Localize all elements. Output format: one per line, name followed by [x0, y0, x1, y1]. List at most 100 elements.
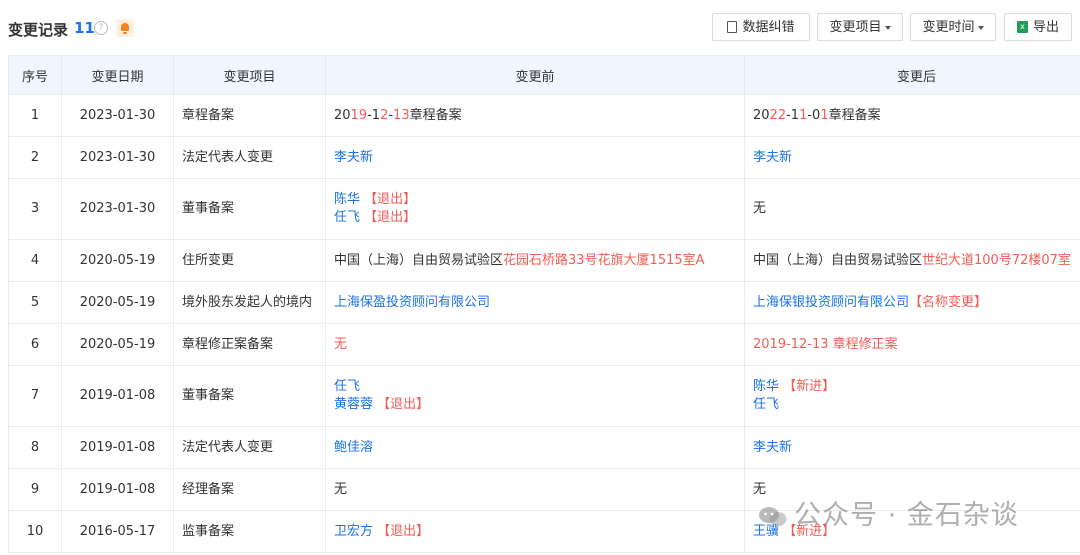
change-before-line: 任飞: [334, 378, 736, 396]
column-header-no: 序号: [8, 55, 62, 95]
table-row: 4 2020-05-19 住所变更 中国（上海）自由贸易试验区花园石桥路33号花旗大厦…: [8, 239, 1080, 282]
table-row: 8 2019-01-08 法定代表人变更 鲍佳溶 李夫新: [8, 426, 1080, 469]
change-after-cell: 中国（上海）自由贸易试验区世纪大道100号72楼07室: [744, 239, 1080, 282]
change-date: 2023-01-30: [61, 136, 174, 179]
data-correction-button[interactable]: 数据纠错: [712, 13, 810, 41]
change-item: 章程修正案备案: [173, 323, 326, 366]
entity-link[interactable]: 任飞: [753, 397, 779, 412]
change-date: 2023-01-30: [61, 94, 174, 137]
entity-link[interactable]: 李夫新: [334, 150, 373, 165]
bell-icon[interactable]: [116, 19, 134, 37]
change-after-line: 李夫新: [753, 439, 1080, 457]
change-text: -1: [367, 107, 381, 123]
entity-link[interactable]: 李夫新: [753, 150, 792, 165]
change-before-cell: 李夫新: [325, 136, 745, 179]
change-before-line: 黄蓉蓉 【退出】: [334, 396, 736, 414]
entity-link[interactable]: 黄蓉蓉: [334, 397, 373, 412]
change-item: 经理备案: [173, 468, 326, 511]
entity-link[interactable]: 李夫新: [753, 440, 792, 455]
change-after-cell: 李夫新: [744, 426, 1080, 469]
table-header-row: 序号 变更日期 变更项目 变更前 变更后: [8, 55, 1080, 95]
change-after-line: 中国（上海）自由贸易试验区世纪大道100号72楼07室: [753, 252, 1080, 270]
change-date: 2019-01-08: [61, 365, 174, 427]
entity-link[interactable]: 陈华: [753, 379, 779, 394]
change-item: 董事备案: [173, 365, 326, 427]
change-text: 无: [334, 336, 348, 352]
column-header-date[interactable]: 变更日期: [61, 55, 174, 95]
row-number: 3: [8, 178, 62, 240]
table-body: 1 2023-01-30 章程备案 2019-12-13章程备案 2022-11-01章…: [8, 94, 1080, 553]
table-row: 7 2019-01-08 董事备案 任飞 黄蓉蓉 【退出】 陈华 【新进】 任飞: [8, 365, 1080, 427]
change-text: 无: [334, 481, 348, 497]
change-before-cell: 卫宏方 【退出】: [325, 510, 745, 553]
export-button[interactable]: x 导出: [1004, 13, 1072, 41]
entity-link[interactable]: 卫宏方: [334, 524, 373, 539]
change-text: 13: [393, 107, 410, 123]
change-before-cell: 上海保盈投资顾问有限公司: [325, 281, 745, 324]
entity-link[interactable]: 鲍佳溶: [334, 440, 373, 455]
change-date: 2023-01-30: [61, 178, 174, 240]
change-item: 法定代表人变更: [173, 136, 326, 179]
change-before-line: 2019-12-13章程备案: [334, 107, 736, 125]
table-row: 5 2020-05-19 境外股东发起人的境内 上海保盈投资顾问有限公司 上海保银投资顾…: [8, 281, 1080, 324]
entity-link[interactable]: 任飞: [334, 210, 360, 225]
change-before-cell: 陈华 【退出】 任飞 【退出】: [325, 178, 745, 240]
entity-link[interactable]: 上海保盈投资顾问有限公司: [334, 295, 490, 310]
change-item: 监事备案: [173, 510, 326, 553]
chat-bubble-icon: [759, 506, 787, 526]
change-text: 1: [820, 107, 829, 123]
chevron-down-icon: [884, 25, 891, 30]
status-tag: 【退出】: [373, 523, 430, 539]
change-after-cell: 上海保银投资顾问有限公司【名称变更】: [744, 281, 1080, 324]
record-header: 变更记录 11 ? 数据纠错 变更项目 变更时间 x 导出: [0, 0, 1080, 55]
change-after-cell: 李夫新: [744, 136, 1080, 179]
entity-link[interactable]: 任飞: [334, 379, 360, 394]
row-number: 8: [8, 426, 62, 469]
change-date: 2016-05-17: [61, 510, 174, 553]
change-before-line: 李夫新: [334, 149, 736, 167]
change-text: 19: [350, 107, 368, 123]
record-count: 11: [74, 19, 95, 37]
change-time-dropdown[interactable]: 变更时间: [910, 13, 996, 41]
change-date: 2020-05-19: [61, 239, 174, 282]
status-tag: 【退出】: [373, 397, 430, 412]
change-after-cell: 陈华 【新进】 任飞: [744, 365, 1080, 427]
change-date: 2020-05-19: [61, 323, 174, 366]
change-text: 20: [334, 107, 351, 123]
help-icon[interactable]: ?: [94, 21, 108, 35]
column-header-item: 变更项目: [173, 55, 326, 95]
change-text: -1: [786, 107, 800, 123]
change-before-line: 鲍佳溶: [334, 439, 736, 457]
change-text: 无: [753, 201, 767, 216]
change-item: 法定代表人变更: [173, 426, 326, 469]
watermark: 公众号 · 金石杂谈: [758, 493, 1019, 532]
change-before-line: 上海保盈投资顾问有限公司: [334, 294, 736, 312]
table-row: 2 2023-01-30 法定代表人变更 李夫新 李夫新: [8, 136, 1080, 179]
change-before-cell: 鲍佳溶: [325, 426, 745, 469]
column-header-before: 变更前: [325, 55, 745, 95]
change-item: 境外股东发起人的境内: [173, 281, 326, 324]
status-tag: 【名称变更】: [909, 294, 988, 310]
entity-link[interactable]: 陈华: [334, 192, 360, 207]
change-text: 章程备案: [828, 107, 881, 123]
change-before-line: 中国（上海）自由贸易试验区花园石桥路33号花旗大厦1515室A: [334, 252, 736, 270]
table-row: 3 2023-01-30 董事备案 陈华 【退出】 任飞 【退出】无: [8, 178, 1080, 240]
change-before-cell: 任飞黄蓉蓉 【退出】: [325, 365, 745, 427]
entity-link[interactable]: 上海保银投资顾问有限公司: [753, 295, 909, 310]
change-before-cell: 中国（上海）自由贸易试验区花园石桥路33号花旗大厦1515室A: [325, 239, 745, 282]
chevron-down-icon: [977, 25, 984, 30]
document-icon: [727, 20, 738, 33]
change-text: -0: [807, 107, 821, 123]
change-before-line: 无: [334, 481, 736, 499]
change-after-line: 上海保银投资顾问有限公司【名称变更】: [753, 294, 1080, 312]
change-before-line: 卫宏方 【退出】: [334, 523, 736, 541]
change-item-dropdown[interactable]: 变更项目: [817, 13, 903, 41]
change-after-line: 李夫新: [753, 149, 1080, 167]
change-date: 2019-01-08: [61, 468, 174, 511]
change-before-cell: 无: [325, 468, 745, 511]
change-records-table: 序号 变更日期 变更项目 变更前 变更后 1 2023-01-30 章程备案 2019…: [8, 55, 1080, 553]
change-text: 中国（上海）自由贸易试验区: [334, 252, 504, 268]
status-tag: 【退出】: [360, 192, 417, 207]
change-text: 章程备案: [409, 107, 462, 123]
change-after-cell: 2019-12-13 章程修正案: [744, 323, 1080, 366]
